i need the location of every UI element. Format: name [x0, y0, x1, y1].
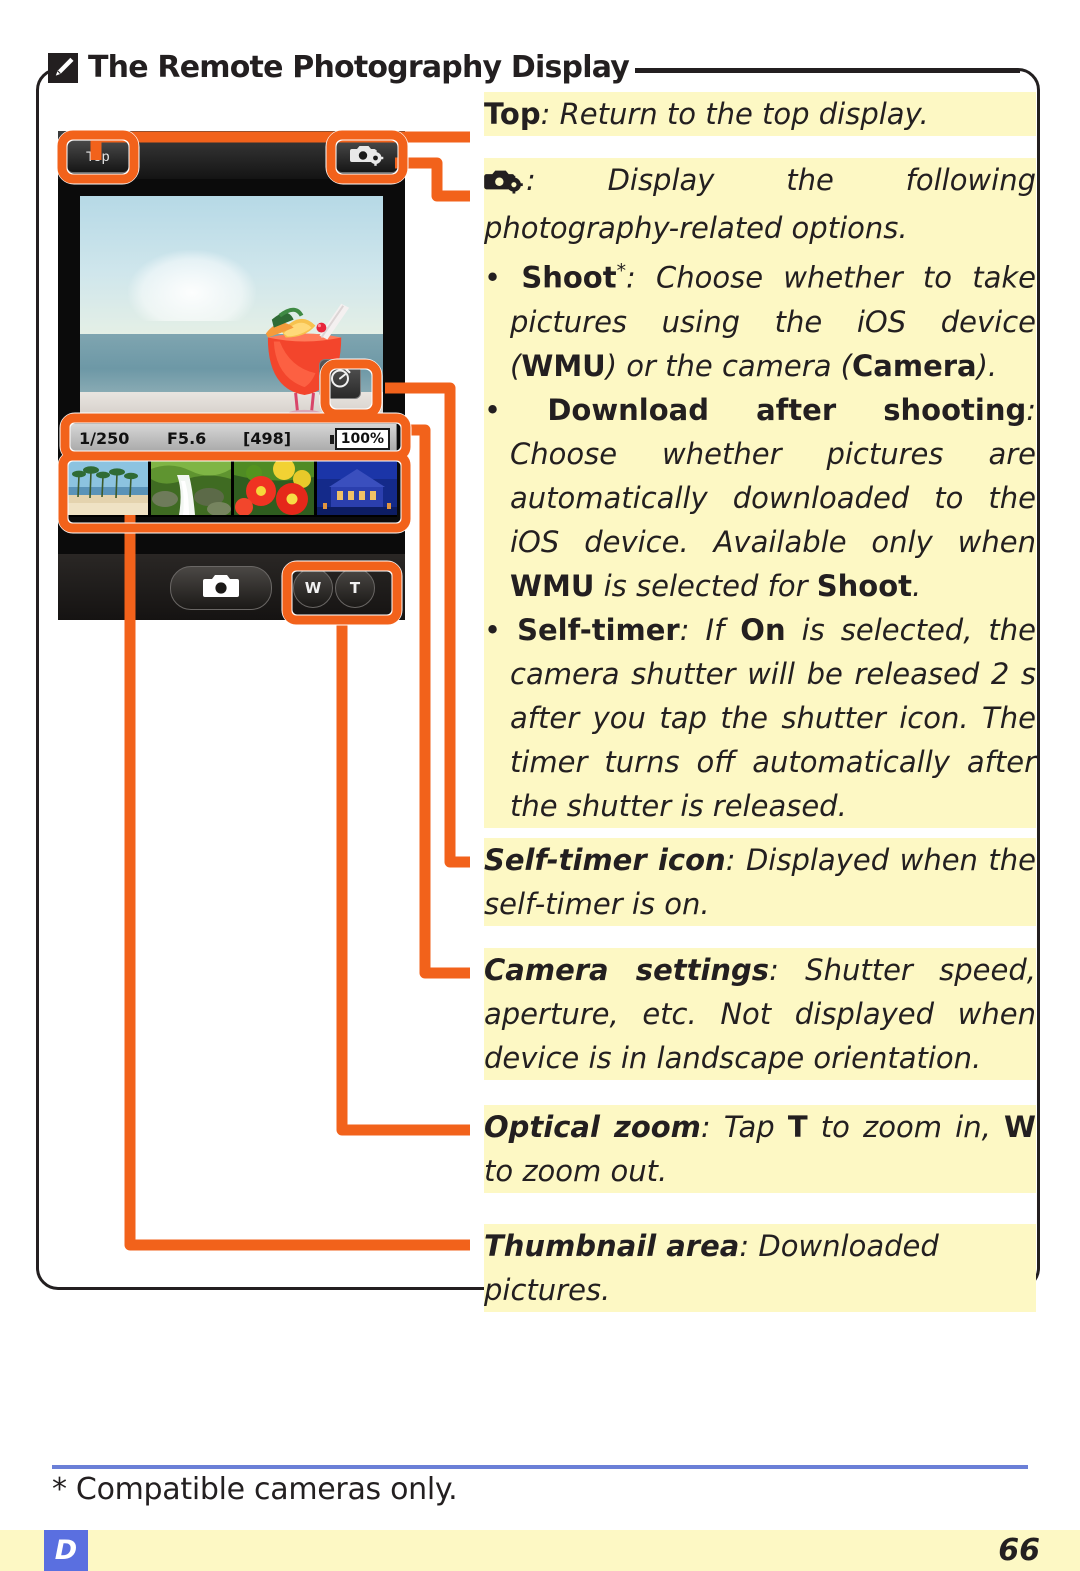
zoom-wide-label: W	[304, 579, 322, 597]
battery-level-value: 100%	[334, 428, 390, 450]
thumbnail-red-poppies[interactable]	[234, 457, 314, 515]
zoom-tele-button[interactable]: T	[335, 568, 375, 608]
shutter-button[interactable]	[170, 566, 272, 610]
battery-indicator: 100%	[329, 428, 390, 450]
camera-shutter-icon	[203, 573, 239, 604]
self-timer-button[interactable]	[319, 359, 361, 399]
zoom-tele-label: T	[349, 579, 361, 597]
note-header: The Remote Photography Display	[48, 46, 635, 90]
callout-text-top: Top: Return to the top display.	[484, 92, 1036, 136]
thumbnail-night-building[interactable]	[317, 457, 397, 515]
cocktail-glass	[265, 304, 349, 419]
frames-remaining-value: [498]	[243, 428, 292, 448]
callout-term-optical-zoom: Optical zoom	[484, 1110, 701, 1144]
callout-text-thumbnail-area: Thumbnail area: Downloaded pictures.	[484, 1224, 1036, 1312]
callout-term-thumbnail-area: Thumbnail area	[484, 1229, 740, 1263]
device-bottom-bar: W T	[58, 554, 405, 620]
callout-bullet-download-after-shooting: • Download after shooting: Choose whethe…	[484, 392, 1036, 603]
camera-gear-icon	[350, 142, 384, 171]
pencil-icon	[48, 53, 78, 83]
callout-text-camera-options: : Display the following photography-rela…	[484, 158, 1036, 828]
note-title: The Remote Photography Display	[88, 50, 630, 85]
thumbnail-forest-waterfall[interactable]	[151, 457, 231, 515]
camera-gear-icon	[484, 162, 524, 206]
callout-bullet-self-timer: • Self-timer: If On is selected, the cam…	[484, 612, 1036, 823]
top-button[interactable]: Top	[66, 139, 130, 173]
callout-bullet-shoot: • Shoot*: Choose whether to take picture…	[484, 260, 1036, 383]
callout-text-optical-zoom: Optical zoom: Tap T to zoom in, W to zoo…	[484, 1105, 1036, 1193]
cloud	[128, 249, 256, 321]
shutter-speed-value: 1/250	[79, 428, 130, 448]
callout-term-camera-settings: Camera settings	[484, 953, 770, 987]
callout-term-self-timer-icon: Self-timer icon	[484, 843, 726, 877]
footnote-rule	[52, 1465, 1028, 1469]
top-button-label: Top	[85, 148, 111, 164]
callout-term-top: Top	[484, 97, 541, 131]
footer-band	[0, 1530, 1080, 1571]
camera-settings-button[interactable]	[335, 139, 399, 173]
footer-section-tab: D	[44, 1530, 88, 1571]
device-mockup: Top 1/250 F5.6 [498] 100% W T	[58, 131, 405, 620]
thumbnail-beach-palm-trees[interactable]	[68, 457, 148, 515]
thumbnail-strip[interactable]	[66, 455, 397, 517]
callout-text-self-timer-icon: Self-timer icon: Displayed when the self…	[484, 838, 1036, 926]
camera-status-bar: 1/250 F5.6 [498] 100%	[66, 423, 397, 453]
zoom-wide-button[interactable]: W	[293, 568, 333, 608]
battery-terminal-icon	[329, 434, 334, 444]
callout-text-camera-settings: Camera settings: Shutter speed, aperture…	[484, 948, 1036, 1080]
aperture-value: F5.6	[167, 428, 207, 448]
page-number: 66	[998, 1533, 1040, 1568]
footnote-text: * Compatible cameras only.	[52, 1472, 458, 1507]
self-timer-icon	[328, 365, 352, 394]
